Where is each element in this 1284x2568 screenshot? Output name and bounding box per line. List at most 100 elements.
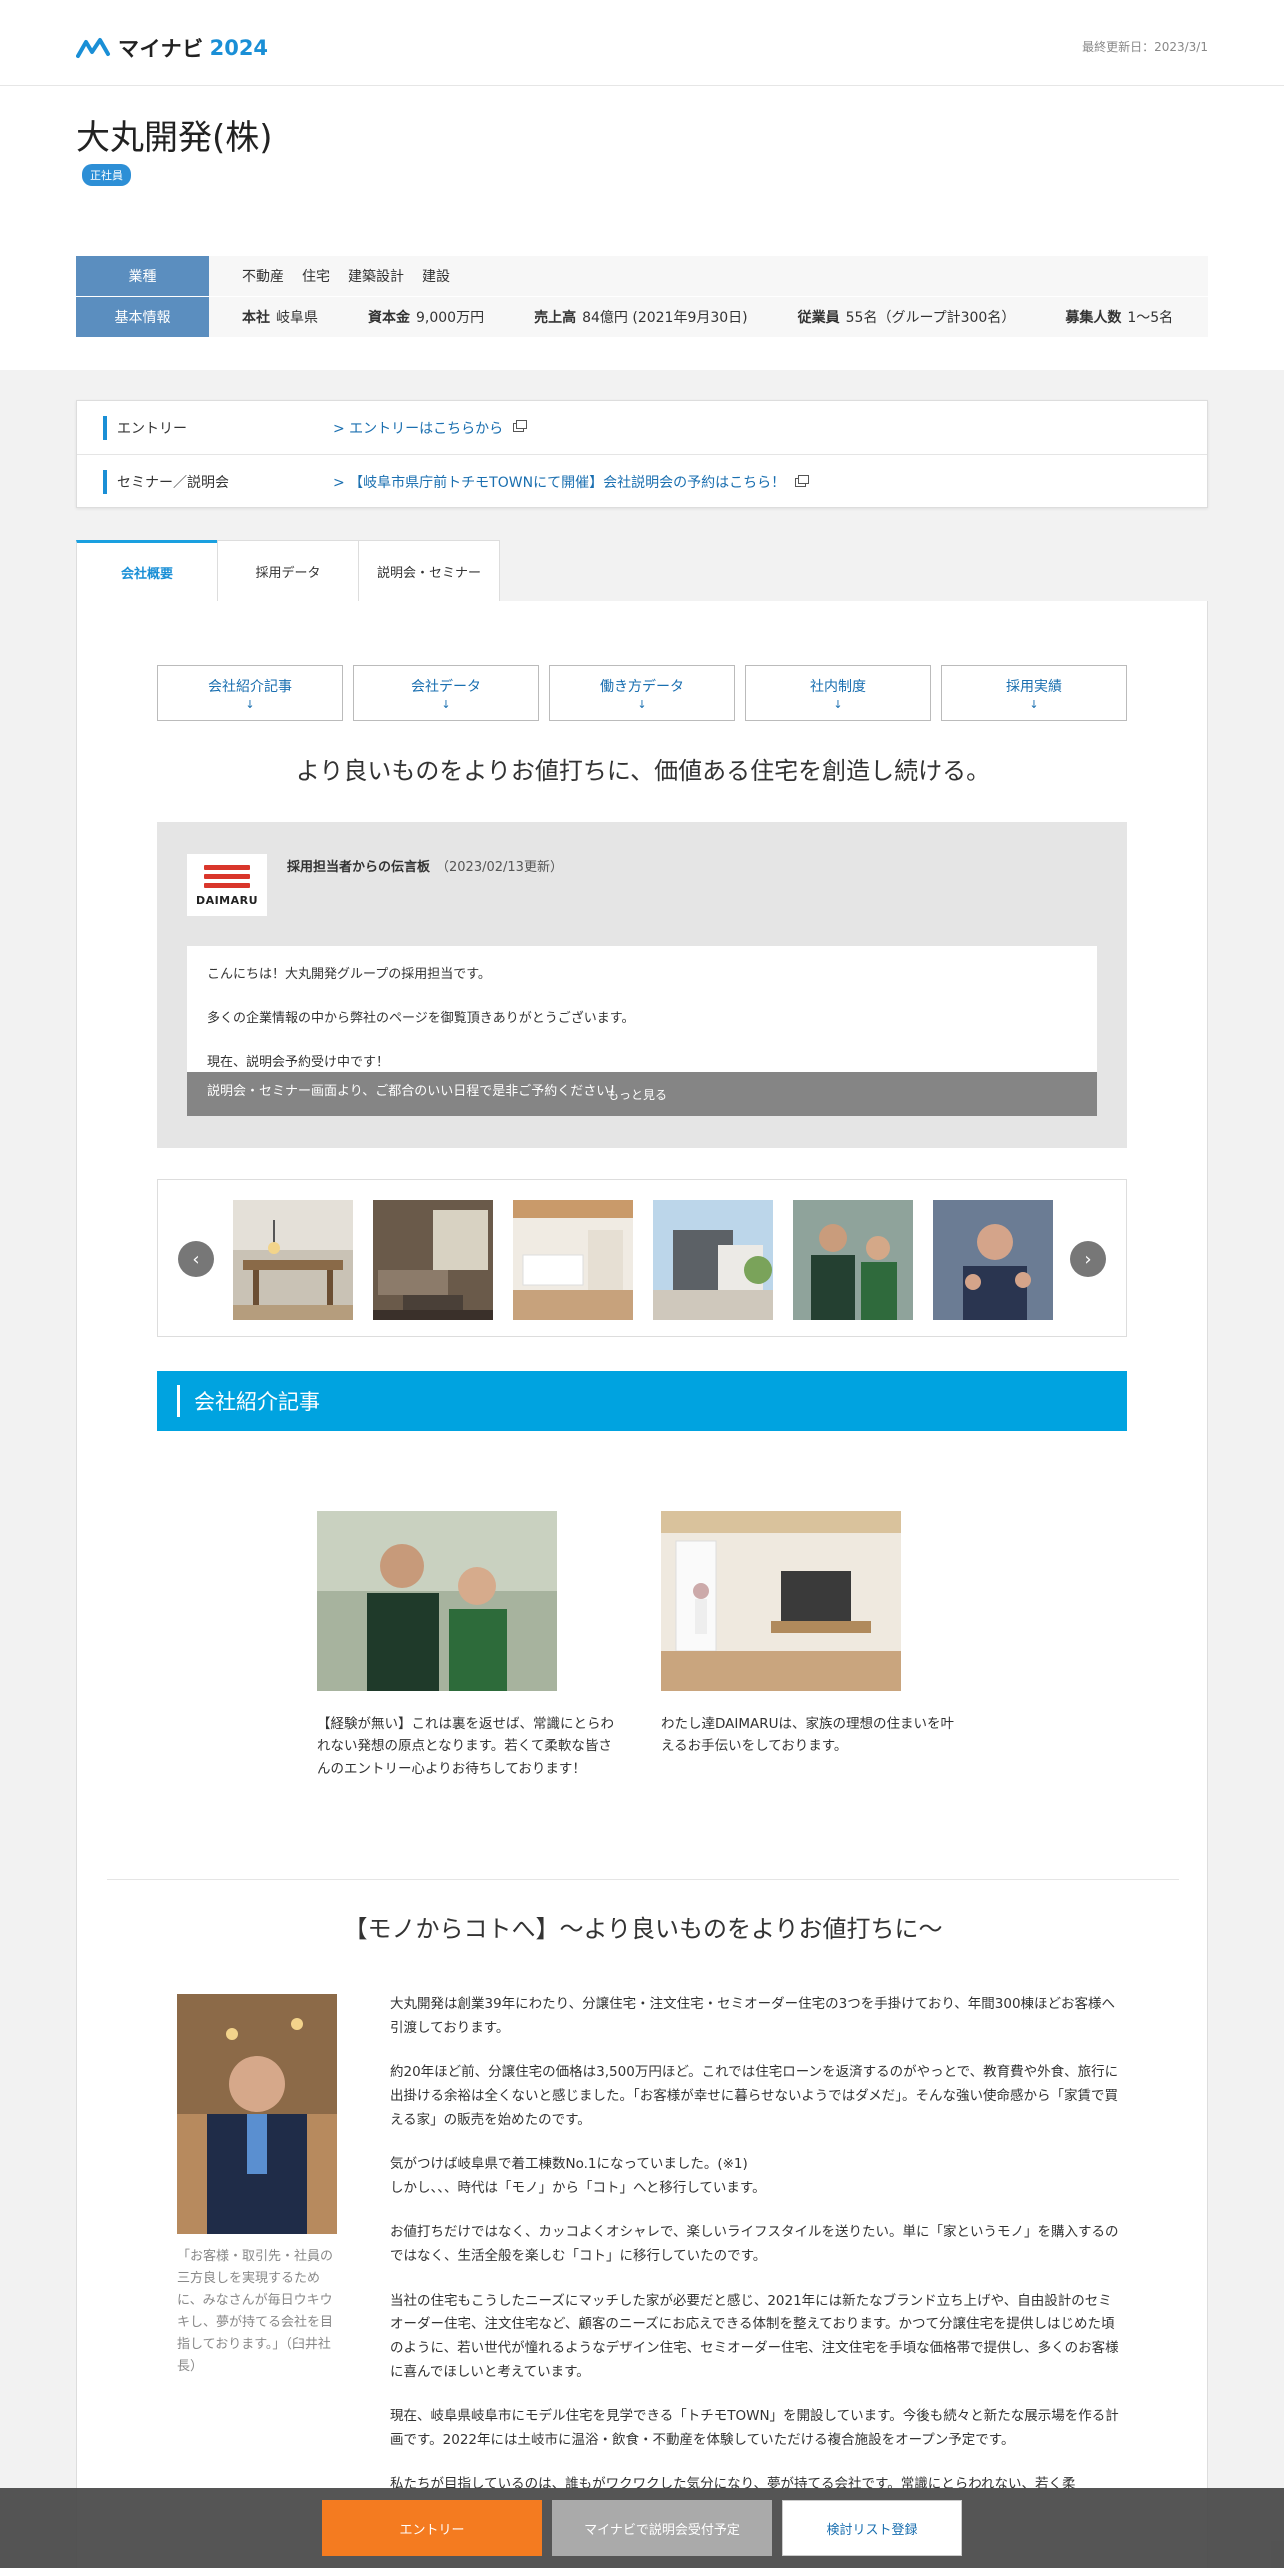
anchor-label: 社内制度 [810, 678, 866, 695]
show-more-label: もっと見る [607, 1088, 668, 1102]
gallery-photo-living[interactable] [373, 1200, 493, 1320]
seminar-reservation-button[interactable]: マイナビで説明会受付予定 [552, 2500, 772, 2556]
gallery-photo-exterior[interactable] [653, 1200, 773, 1320]
entry-row: エントリー > エントリーはこちらから [77, 401, 1207, 455]
industry-item: 建築設計 [348, 269, 404, 285]
basic-info-item: 資本金 9,000万円 [368, 310, 485, 326]
section2-title: 【モノからコトへ】～より良いものをよりお値打ちに～ [343, 1915, 943, 1943]
seminar-link[interactable]: > 【岐阜市県庁前トチモTOWNにて開催】会社説明会の予約はこちら！ [333, 472, 810, 492]
employment-badge: 正社員 [82, 164, 131, 186]
main-panel: 会社紹介記事 ↓ 会社データ ↓ 働き方データ ↓ 社内制度 ↓ 採用実績 ↓ … [76, 601, 1208, 2568]
industry-label: 業種 [76, 256, 209, 296]
message-title: 採用担当者からの伝言板 （2023/02/13更新） [287, 856, 563, 875]
tab-company-overview[interactable]: 会社概要 [76, 540, 218, 602]
gallery-photo-staff-duo[interactable] [793, 1200, 913, 1320]
gallery-photo-president[interactable] [933, 1200, 1053, 1320]
gallery-prev-button[interactable]: ‹ [178, 1241, 214, 1277]
company-name: 大丸開発(株) [76, 118, 273, 158]
article-caption: 【経験が無い】これは裏を返せば、常識にとらわれない発想の原点となります。若くて柔… [317, 1716, 614, 1777]
entry-button[interactable]: エントリー [322, 2500, 542, 2556]
company-story: 大丸開発は創業39年にわたり、分譲住宅・注文住宅・セミオーダー住宅の3つを手掛け… [390, 1993, 1120, 2518]
story-paragraph: 当社の住宅もこうしたニーズにマッチした家が必要だと感じ、2021年には新たなブラ… [390, 2292, 1119, 2380]
external-link-icon [795, 474, 810, 487]
article-caption: わたし達DAIMARUは、家族の理想の住まいを叶えるお手伝いをしております。 [661, 1716, 955, 1755]
industry-row: 業種 不動産 住宅 建築設計 建設 [76, 256, 1208, 296]
entry-link-text: > エントリーはこちらから [333, 420, 504, 437]
article-card[interactable]: わたし達DAIMARUは、家族の理想の住まいを叶えるお手伝いをしております。 [661, 1511, 961, 1758]
section-company-articles: 会社紹介記事 [157, 1371, 1127, 1431]
last-updated: 最終更新日：2023/3/1 [1082, 40, 1208, 54]
gallery-photo-dining[interactable] [233, 1200, 353, 1320]
entry-link[interactable]: > エントリーはこちらから [333, 418, 528, 438]
anchor-hiring-results[interactable]: 採用実績 ↓ [941, 665, 1127, 721]
article-card[interactable]: 【経験が無い】これは裏を返せば、常識にとらわれない発想の原点となります。若くて柔… [317, 1511, 617, 1780]
basic-info-label: 基本情報 [76, 297, 209, 337]
message-title-text: 採用担当者からの伝言板 [287, 860, 431, 875]
arrow-down-icon: ↓ [441, 697, 451, 711]
brand-name: マイナビ [118, 37, 204, 61]
article-photo-staff [317, 1511, 557, 1691]
industry-item: 建設 [422, 269, 450, 285]
anchor-label: 会社データ [411, 678, 481, 695]
section-divider [107, 1879, 1179, 1880]
message-updated: （2023/02/13更新） [436, 860, 563, 875]
anchor-internal-system[interactable]: 社内制度 ↓ [745, 665, 931, 721]
logo-text: DAIMARU [195, 894, 259, 907]
anchor-label: 会社紹介記事 [208, 678, 292, 695]
basic-info-item: 募集人数 1～5名 [1065, 310, 1174, 326]
story-paragraph: 現在、岐阜県岐阜市にモデル住宅を見学できる「トチモTOWN」を開設しています。今… [390, 2408, 1119, 2448]
message-line: 多くの企業情報の中から弊社のページを御覧頂きありがとうございます。 [207, 1011, 635, 1027]
entry-label: エントリー [103, 415, 333, 440]
president-photo [177, 1994, 337, 2234]
message-overflow-line: 説明会・セミナー画面より、ご都合のいい日程で是非ご予約ください！ [207, 1084, 623, 1099]
company-header: 大丸開発(株) 正社員 業種 不動産 住宅 建築設計 建設 基本情報 本社 岐阜県… [0, 86, 1284, 370]
section-title: 会社紹介記事 [194, 1390, 320, 1414]
seminar-label: セミナー／説明会 [103, 470, 333, 494]
page-tabs: 会社概要 採用データ 説明会・セミナー [76, 540, 500, 602]
basic-info-row: 基本情報 本社 岐阜県 資本金 9,000万円 売上高 84億円 (2021年9月30… [76, 297, 1208, 337]
entry-links-box: エントリー > エントリーはこちらから セミナー／説明会 > 【岐阜市県庁前トチ… [76, 400, 1208, 508]
tab-seminar[interactable]: 説明会・セミナー [358, 540, 500, 602]
arrow-down-icon: ↓ [1029, 697, 1039, 711]
show-more-button[interactable]: 説明会・セミナー画面より、ご都合のいい日程で是非ご予約ください！ もっと見る [187, 1072, 1097, 1116]
anchor-company-data[interactable]: 会社データ ↓ [353, 665, 539, 721]
story-paragraph: 約20年ほど前、分譲住宅の価格は3,500万円ほど。これでは住宅ローンを返済する… [390, 2064, 1119, 2128]
basic-info-list: 本社 岐阜県 資本金 9,000万円 売上高 84億円 (2021年9月30日) 従業… [209, 307, 1173, 327]
story-paragraph: 大丸開発は創業39年にわたり、分譲住宅・注文住宅・セミオーダー住宅の3つを手掛け… [390, 1996, 1116, 2036]
article-photo-home [661, 1511, 901, 1691]
anchor-nav: 会社紹介記事 ↓ 会社データ ↓ 働き方データ ↓ 社内制度 ↓ 採用実績 ↓ [157, 665, 1127, 721]
industry-item: 住宅 [302, 269, 330, 285]
president-block: 「お客様・取引先・社員の三方良しを実現するために、みなさんが毎日ウキウキし、夢が… [177, 1994, 337, 2379]
industry-item: 不動産 [242, 269, 284, 285]
arrow-down-icon: ↓ [245, 697, 255, 711]
basic-info-item: 従業員 55名（グループ計300名） [797, 310, 1016, 326]
industry-list: 不動産 住宅 建築設計 建設 [209, 266, 450, 286]
external-link-icon [513, 420, 528, 432]
anchor-work-style[interactable]: 働き方データ ↓ [549, 665, 735, 721]
mynavi-logo[interactable]: マイナビ 2024 [76, 34, 268, 62]
anchor-company-articles[interactable]: 会社紹介記事 ↓ [157, 665, 343, 721]
president-caption: 「お客様・取引先・社員の三方良しを実現するために、みなさんが毎日ウキウキし、夢が… [177, 2249, 334, 2375]
seminar-row: セミナー／説明会 > 【岐阜市県庁前トチモTOWNにて開催】会社説明会の予約はこ… [77, 455, 1207, 509]
photo-gallery: ‹ › [157, 1179, 1127, 1337]
footer-action-bar: エントリー マイナビで説明会受付予定 検討リスト登録 [0, 2488, 1284, 2568]
mynavi-logo-icon [76, 38, 110, 58]
tab-recruit-data[interactable]: 採用データ [217, 540, 359, 602]
basic-info-item: 売上高 84億円 (2021年9月30日) [534, 310, 748, 326]
story-paragraph: 気がつけば岐阜県で着工棟数No.1になっていました。(※1) しかし、、、時代は… [390, 2156, 766, 2196]
top-header: マイナビ 2024 最終更新日：2023/3/1 [0, 0, 1284, 86]
basic-info-item: 本社 岐阜県 [242, 310, 318, 326]
seminar-link-text: > 【岐阜市県庁前トチモTOWNにて開催】会社説明会の予約はこちら！ [333, 475, 786, 491]
story-paragraph: お値打ちだけではなく、カッコよくオシャレで、楽しいライフスタイルを送りたい。単に… [390, 2224, 1119, 2264]
arrow-down-icon: ↓ [637, 697, 647, 711]
catchcopy: より良いものをよりお値打ちに、価値ある住宅を創造し続ける。 [295, 757, 991, 785]
daimaru-logo: DAIMARU [187, 854, 267, 916]
gallery-next-button[interactable]: › [1070, 1241, 1106, 1277]
anchor-label: 働き方データ [600, 678, 684, 695]
anchor-label: 採用実績 [1006, 678, 1062, 695]
message-line: こんにちは！大丸開発グループの採用担当です。 [207, 967, 491, 982]
gallery-photo-kitchen[interactable] [513, 1200, 633, 1320]
add-to-list-button[interactable]: 検討リスト登録 [782, 2500, 962, 2556]
brand-year: 2024 [209, 36, 269, 60]
arrow-down-icon: ↓ [833, 697, 843, 711]
